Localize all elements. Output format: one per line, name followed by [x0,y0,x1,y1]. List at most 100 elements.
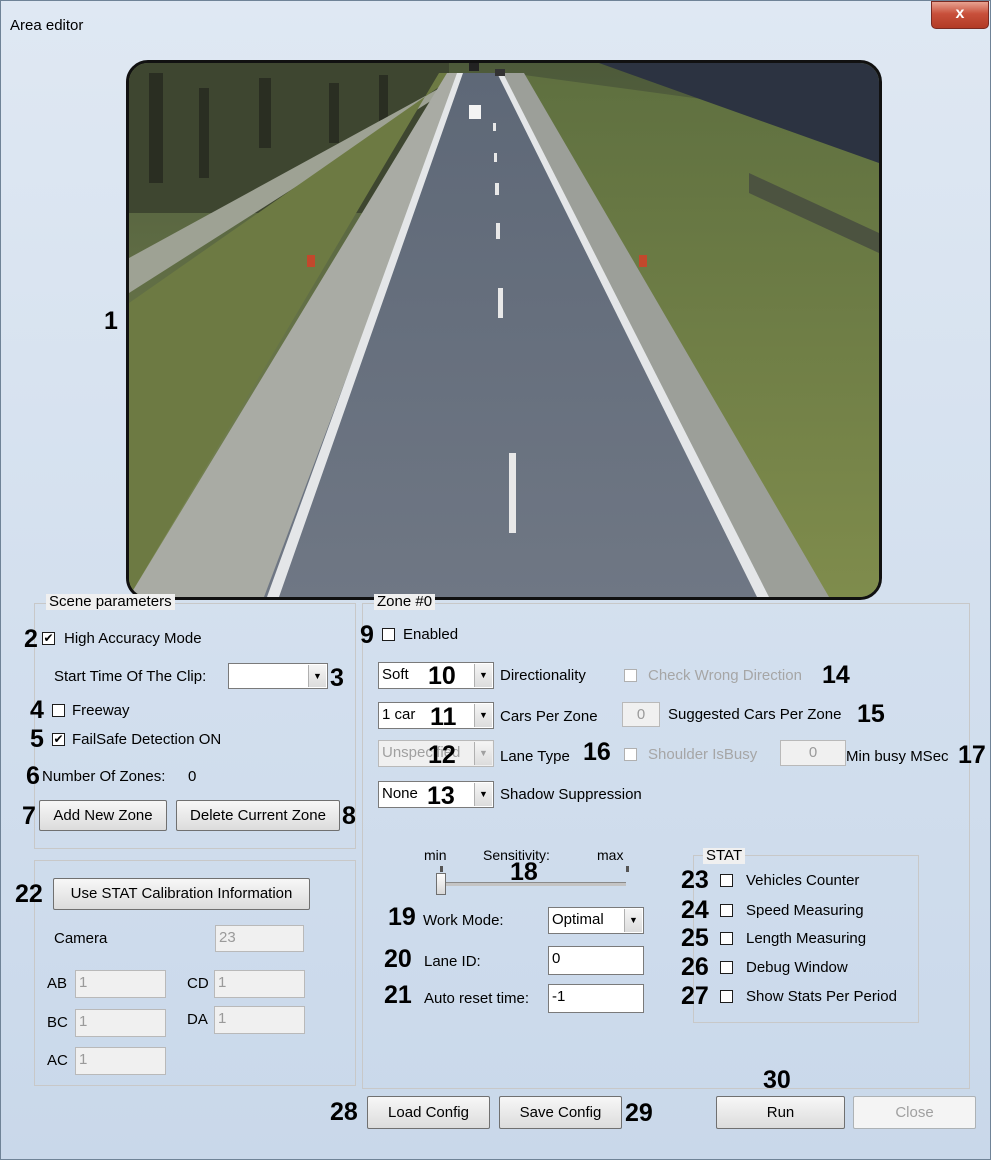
cd-field[interactable]: 1 [214,970,305,998]
lane-type-label: Lane Type [500,748,570,765]
cd-label: CD [187,975,209,992]
callout-1: 1 [104,307,118,335]
callout-3: 3 [330,664,344,692]
callout-20: 20 [384,945,412,973]
use-stat-calibration-button[interactable]: Use STAT Calibration Information [53,878,310,910]
chevron-down-icon: ▼ [624,909,642,932]
debug-window-checkbox[interactable] [720,961,733,974]
length-measuring-label: Length Measuring [746,930,867,947]
callout-7: 7 [22,802,36,830]
cars-per-zone-value: 1 car [382,706,416,723]
high-accuracy-checkbox[interactable]: ✔ [42,632,55,645]
failsafe-checkbox[interactable]: ✔ [52,733,65,746]
enabled-checkbox[interactable] [382,628,395,641]
enabled-label: Enabled [403,626,459,643]
bc-field[interactable]: 1 [75,1009,166,1037]
load-config-button[interactable]: Load Config [367,1096,490,1129]
sensitivity-slider-thumb[interactable] [436,873,446,895]
speed-measuring-label: Speed Measuring [746,902,864,919]
close-icon: x [955,5,965,22]
delete-current-zone-button[interactable]: Delete Current Zone [176,800,340,831]
debug-window-label: Debug Window [746,959,848,976]
title-bar: Area editor x [1,1,990,45]
lane-id-field[interactable]: 0 [548,946,644,975]
chevron-down-icon: ▼ [474,704,492,727]
zone-legend: Zone #0 [374,594,436,610]
window-close-button[interactable]: x [931,1,989,29]
work-mode-label: Work Mode: [423,912,504,929]
callout-24: 24 [681,896,709,924]
high-accuracy-label: High Accuracy Mode [64,630,202,647]
scene-parameters-legend: Scene parameters [46,594,175,610]
start-time-label: Start Time Of The Clip: [54,668,207,685]
callout-30: 30 [763,1066,791,1094]
callout-28: 28 [330,1098,358,1126]
lane-id-label: Lane ID: [424,953,481,970]
number-of-zones-label: Number Of Zones: [42,768,166,785]
check-wrong-direction-label: Check Wrong Direction [648,667,802,684]
callout-17: 17 [958,741,986,769]
callout-15: 15 [857,700,885,728]
camera-label: Camera [54,930,108,947]
callout-13: 13 [427,782,455,810]
min-busy-field[interactable]: 0 [780,740,846,766]
ab-field[interactable]: 1 [75,970,166,998]
ac-label: AC [47,1052,68,1069]
callout-19: 19 [388,903,416,931]
vehicles-counter-label: Vehicles Counter [746,872,860,889]
auto-reset-label: Auto reset time: [424,990,530,1007]
shadow-suppression-value: None [382,785,418,802]
sensitivity-tick-min [440,866,443,872]
start-time-combo[interactable]: ▼ [228,663,328,689]
directionality-value: Soft [382,666,409,683]
callout-10: 10 [428,662,456,690]
callout-26: 26 [681,953,709,981]
bc-label: BC [47,1014,68,1031]
speed-measuring-checkbox[interactable] [720,904,733,917]
shadow-suppression-label: Shadow Suppression [500,786,642,803]
sensitivity-track [440,882,626,886]
shoulder-isbusy-checkbox[interactable] [624,748,637,761]
length-measuring-checkbox[interactable] [720,932,733,945]
camera-field[interactable]: 23 [215,925,304,952]
ac-field[interactable]: 1 [75,1047,166,1075]
callout-4: 4 [30,696,44,724]
chevron-down-icon: ▼ [474,783,492,806]
auto-reset-field[interactable]: -1 [548,984,644,1013]
show-stats-per-period-checkbox[interactable] [720,990,733,1003]
callout-29: 29 [625,1099,653,1127]
sensitivity-tick-max [626,866,629,872]
da-field[interactable]: 1 [214,1006,305,1034]
callout-2: 2 [24,625,38,653]
add-new-zone-button[interactable]: Add New Zone [39,800,167,831]
callout-9: 9 [360,621,374,649]
callout-22: 22 [15,880,43,908]
ab-label: AB [47,975,68,992]
callout-6: 6 [26,762,40,790]
video-preview[interactable] [126,60,882,600]
callout-5: 5 [30,725,44,753]
work-mode-combo[interactable]: Optimal ▼ [548,907,644,934]
suggested-cars-field[interactable]: 0 [622,702,660,727]
save-config-button[interactable]: Save Config [499,1096,622,1129]
callout-12: 12 [428,741,456,769]
check-wrong-direction-checkbox[interactable] [624,669,637,682]
run-button[interactable]: Run [716,1096,845,1129]
callout-27: 27 [681,982,709,1010]
sensitivity-min-label: min [424,847,447,863]
callout-11: 11 [430,703,457,731]
chevron-down-icon: ▼ [308,665,326,687]
callout-16: 16 [583,738,611,766]
show-stats-per-period-label: Show Stats Per Period [746,988,897,1005]
close-button[interactable]: Close [853,1096,976,1129]
chevron-down-icon: ▼ [474,664,492,687]
vehicles-counter-checkbox[interactable] [720,874,733,887]
callout-23: 23 [681,866,709,894]
highway-scene-image [129,63,879,597]
directionality-label: Directionality [500,667,586,684]
freeway-checkbox[interactable] [52,704,65,717]
freeway-label: Freeway [72,702,130,719]
number-of-zones-value: 0 [188,768,197,785]
suggested-cars-label: Suggested Cars Per Zone [668,706,842,723]
sensitivity-max-label: max [597,847,624,863]
